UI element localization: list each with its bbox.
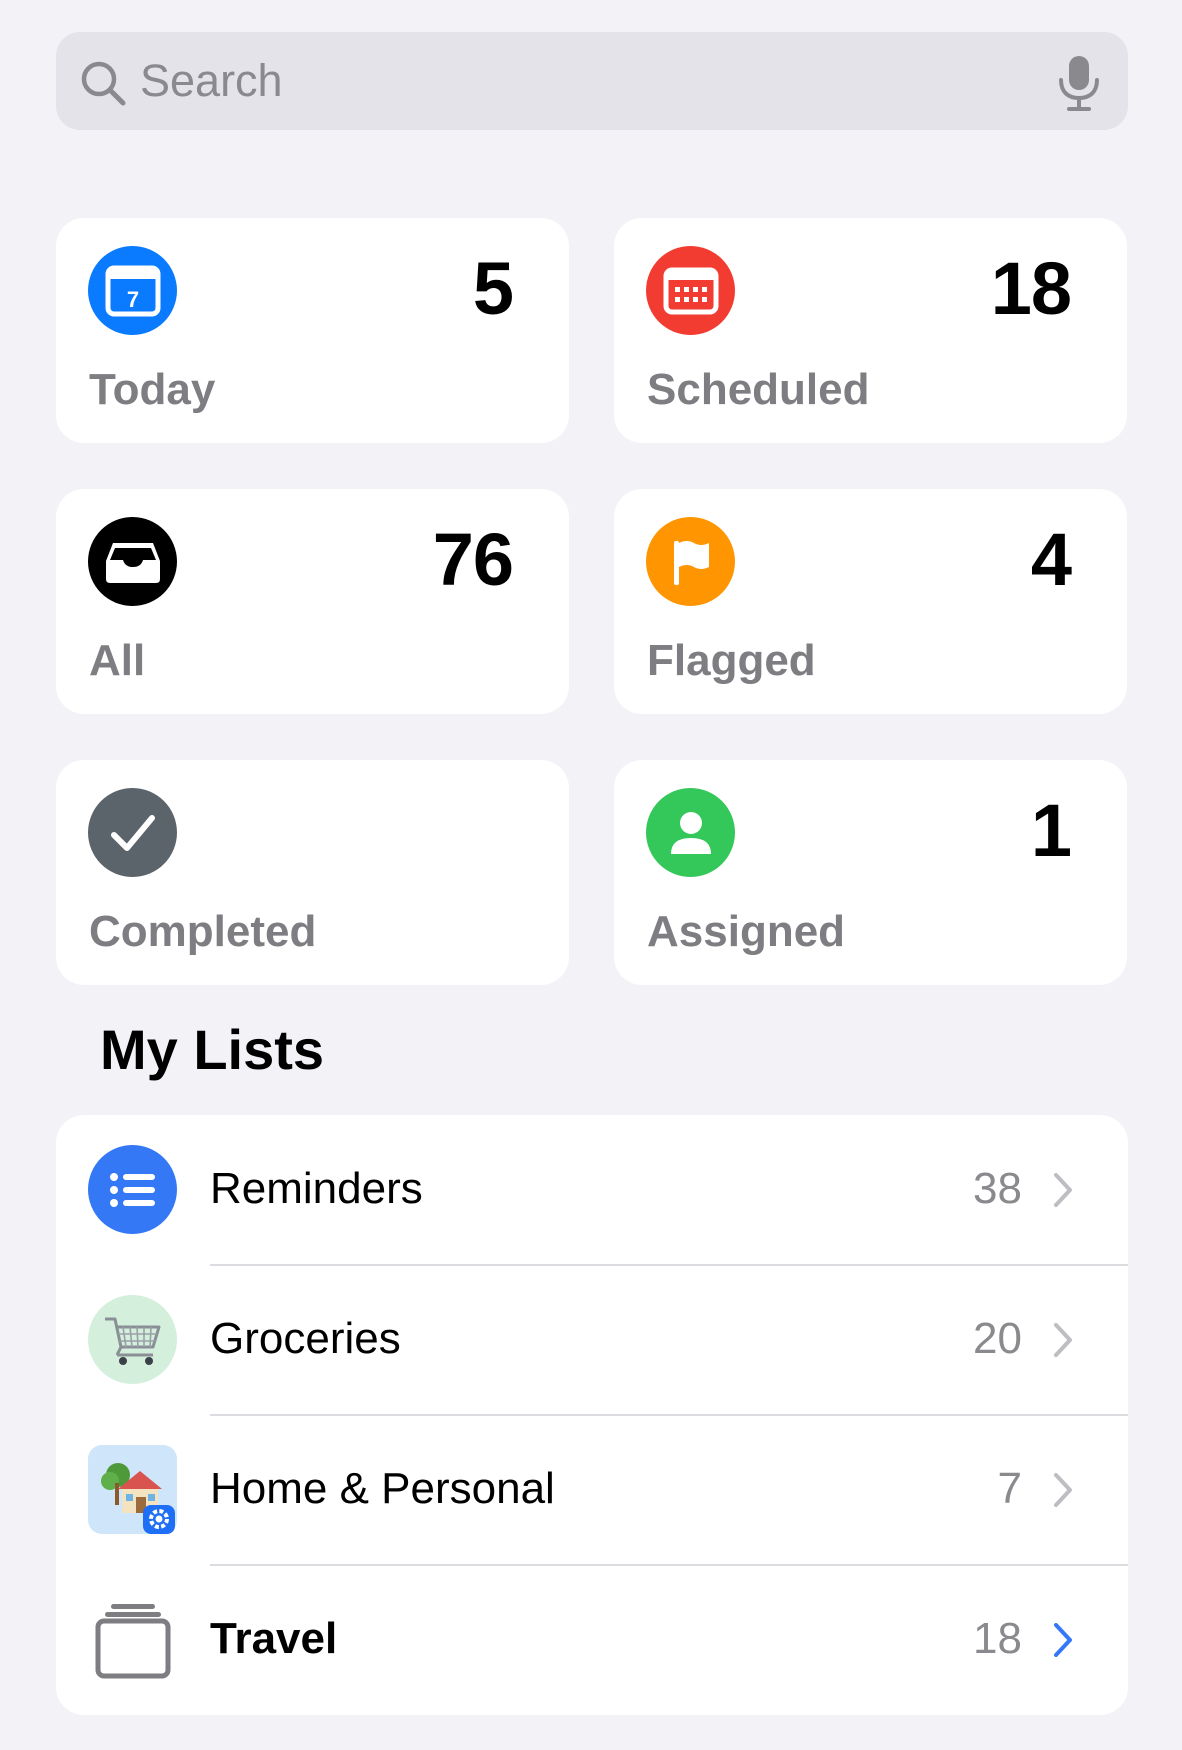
list-name: Groceries (210, 1314, 401, 1363)
all-count: 76 (432, 518, 514, 601)
smart-list-flagged[interactable]: 4 Flagged (614, 489, 1127, 714)
list-count: 38 (973, 1164, 1022, 1213)
assigned-label: Assigned (647, 907, 846, 956)
today-label: Today (89, 365, 216, 414)
today-count: 5 (472, 247, 514, 330)
my-lists-card: Reminders 38 Groceries 20 Home & Persona… (56, 1115, 1128, 1715)
smart-list-today[interactable]: 7 5 Today (56, 218, 569, 443)
flagged-label: Flagged (647, 636, 816, 685)
calendar-scheduled-icon (646, 246, 735, 335)
search-bar[interactable] (56, 32, 1128, 130)
chevron-right-icon (1054, 1323, 1072, 1357)
list-count: 7 (997, 1464, 1022, 1513)
microphone-icon[interactable] (1052, 54, 1106, 112)
list-item-groceries[interactable]: Groceries 20 (56, 1265, 1128, 1415)
house-icon (88, 1445, 177, 1534)
shopping-cart-icon (88, 1295, 177, 1384)
flag-icon (646, 517, 735, 606)
list-bullet-icon (88, 1145, 177, 1234)
stack-icon (88, 1595, 177, 1684)
all-label: All (89, 636, 146, 685)
checkmark-icon (88, 788, 177, 877)
list-item-home-personal[interactable]: Home & Personal 7 (56, 1415, 1128, 1565)
list-item-reminders[interactable]: Reminders 38 (56, 1115, 1128, 1265)
list-name: Travel (210, 1614, 338, 1663)
search-input[interactable] (140, 32, 1040, 130)
calendar-today-icon: 7 (88, 246, 177, 335)
person-icon (646, 788, 735, 877)
completed-label: Completed (89, 907, 317, 956)
list-name: Home & Personal (210, 1464, 555, 1513)
svg-text:7: 7 (126, 287, 138, 312)
my-lists-heading: My Lists (100, 1018, 325, 1081)
smart-list-scheduled[interactable]: 18 Scheduled (614, 218, 1127, 443)
smart-list-all[interactable]: 76 All (56, 489, 569, 714)
assigned-count: 1 (1030, 789, 1072, 872)
tray-icon (88, 517, 177, 606)
list-count: 18 (973, 1614, 1022, 1663)
chevron-right-icon (1054, 1173, 1072, 1207)
list-item-travel[interactable]: Travel 18 (56, 1565, 1128, 1715)
scheduled-label: Scheduled (647, 365, 870, 414)
flagged-count: 4 (1030, 518, 1072, 601)
search-icon (81, 61, 126, 106)
list-count: 20 (973, 1314, 1022, 1363)
smart-list-assigned[interactable]: 1 Assigned (614, 760, 1127, 985)
list-name: Reminders (210, 1164, 423, 1213)
scheduled-count: 18 (990, 247, 1072, 330)
smart-list-completed[interactable]: Completed (56, 760, 569, 985)
chevron-right-icon (1054, 1473, 1072, 1507)
chevron-right-icon (1054, 1623, 1072, 1657)
